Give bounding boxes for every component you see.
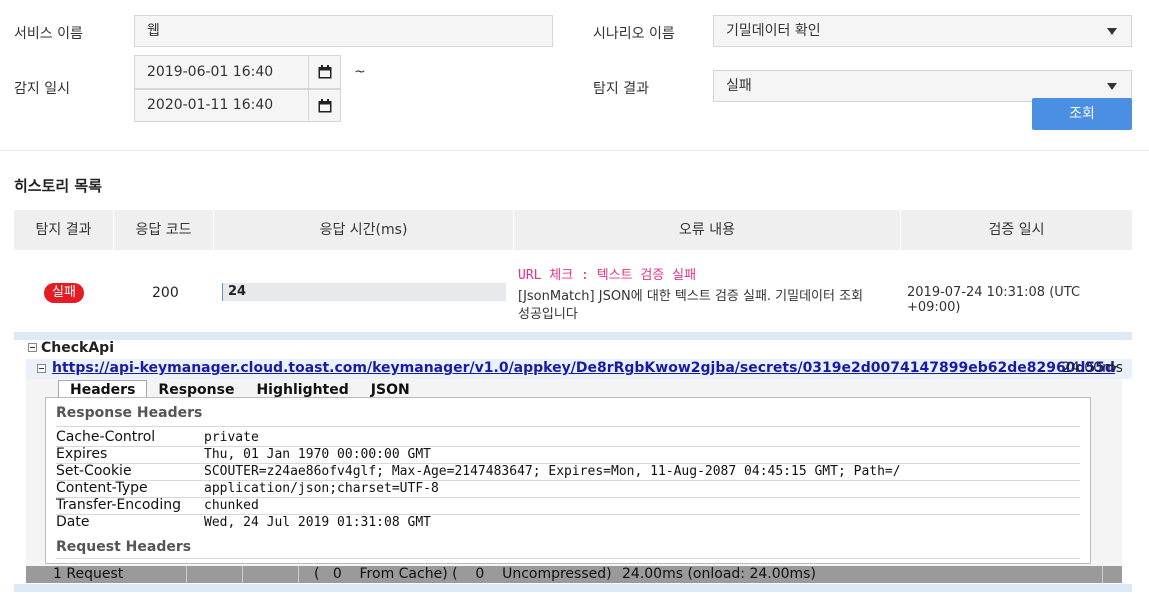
caret-down-icon: [1107, 83, 1117, 90]
search-button[interactable]: 조회: [1032, 98, 1132, 130]
scenario-selected-value: 기밀데이터 확인: [726, 23, 821, 39]
status-badge-label: 실패: [44, 283, 84, 303]
calendar-icon: [318, 99, 332, 113]
header-key: Set-Cookie: [56, 463, 132, 479]
divider: [0, 150, 1149, 151]
header-row: Content-Type application/json;charset=UT…: [56, 480, 1086, 497]
scenario-label: 시나리오 이름: [593, 26, 675, 42]
service-input[interactable]: 웹: [134, 15, 553, 47]
error-detail-line-2: 성공입니다: [518, 307, 578, 322]
header-key: Date: [56, 514, 90, 530]
header-row: Expires Thu, 01 Jan 1970 00:00:00 GMT: [56, 446, 1086, 463]
request-row[interactable]: https://api-keymanager.cloud.toast.com/k…: [26, 359, 1132, 379]
response-time-value: 24: [228, 284, 247, 299]
status-separator: [298, 566, 299, 583]
date-from-calendar-button[interactable]: [308, 55, 341, 89]
result-label: 탐지 결과: [593, 81, 649, 97]
column-header-error: 오류 내용: [514, 210, 901, 250]
date-to-input[interactable]: 2020-01-11 16:40: [134, 89, 309, 122]
status-separator: [1102, 566, 1103, 583]
header-value: chunked: [204, 498, 259, 513]
service-label: 서비스 이름: [14, 26, 83, 42]
scenario-select[interactable]: 기밀데이터 확인: [713, 15, 1132, 47]
status-badge: 실패: [44, 283, 84, 303]
divider: [56, 426, 1080, 427]
verified-at: 2019-07-24 10:31:08 (UTC +09:00): [907, 285, 1081, 315]
header-value: SCOUTER=z24ae86ofv4glf; Max-Age=21474836…: [204, 464, 901, 479]
column-header-code: 응답 코드: [114, 210, 214, 250]
error-title: URL 체크 : 텍스트 검증 실패: [518, 268, 697, 283]
header-value: application/json;charset=UTF-8: [204, 481, 439, 496]
group-title: CheckApi: [41, 340, 115, 356]
collapse-icon[interactable]: [28, 343, 37, 352]
column-header-time: 응답 시간(ms): [214, 210, 514, 250]
date-from-input[interactable]: 2019-06-01 16:40: [134, 55, 309, 89]
caret-down-icon: [1107, 28, 1117, 35]
request-url-link[interactable]: https://api-keymanager.cloud.toast.com/k…: [52, 360, 1115, 376]
detail-top-band: [14, 332, 1132, 340]
error-detail-line-1: [JsonMatch] JSON에 대한 텍스트 검증 실패. 기밀데이터 조회: [518, 289, 864, 304]
status-cache-info: ( 0 From Cache) ( 0 Uncompressed): [314, 566, 612, 582]
response-code: 200: [152, 285, 179, 301]
chevron-down-icon[interactable]: ▾: [1112, 363, 1117, 374]
header-value: Wed, 24 Jul 2019 01:31:08 GMT: [204, 515, 431, 530]
header-row: Date Wed, 24 Jul 2019 01:31:08 GMT: [56, 514, 1086, 531]
request-headers-title: Request Headers: [56, 539, 192, 555]
date-to-calendar-button[interactable]: [308, 89, 341, 122]
table-row[interactable]: 실패 200 24 URL 체크 : 텍스트 검증 실패 [JsonMatch]…: [14, 250, 1132, 330]
history-table-header: 탐지 결과 응답 코드 응답 시간(ms) 오류 내용 검증 일시: [14, 210, 1132, 250]
header-key: Cache-Control: [56, 429, 156, 445]
column-header-result: 탐지 결과: [14, 210, 114, 250]
header-key: Expires: [56, 446, 108, 462]
divider: [56, 558, 1080, 559]
status-timing: 24.00ms (onload: 24.00ms): [622, 566, 816, 582]
collapse-icon[interactable]: [37, 364, 46, 373]
status-bar: 1 Request ( 0 From Cache) ( 0 Uncompress…: [26, 566, 1122, 583]
header-row: Set-Cookie SCOUTER=z24ae86ofv4glf; Max-A…: [56, 463, 1086, 480]
status-separator: [186, 566, 187, 583]
history-title: 히스토리 목록: [14, 177, 103, 195]
result-selected-value: 실패: [726, 78, 752, 94]
response-headers-title: Response Headers: [56, 405, 203, 421]
status-request-count: 1 Request: [53, 566, 124, 582]
column-header-verified: 검증 일시: [988, 222, 1045, 238]
date-range-separator: ~: [354, 64, 366, 80]
status-separator: [242, 566, 243, 583]
headers-panel: Response Headers Cache-Control private E…: [45, 397, 1091, 564]
header-key: Transfer-Encoding: [56, 497, 181, 513]
detail-bottom-band: [14, 584, 1132, 592]
calendar-icon: [318, 65, 332, 79]
header-row: Cache-Control private: [56, 429, 1086, 446]
header-value: private: [204, 430, 259, 445]
header-value: Thu, 01 Jan 1970 00:00:00 GMT: [204, 447, 431, 462]
response-time-bar: 24: [222, 283, 506, 301]
header-row: Transfer-Encoding chunked: [56, 497, 1086, 514]
response-time-bar-fill: [222, 283, 223, 301]
detect-date-label: 감지 일시: [14, 81, 70, 97]
header-key: Content-Type: [56, 480, 148, 496]
